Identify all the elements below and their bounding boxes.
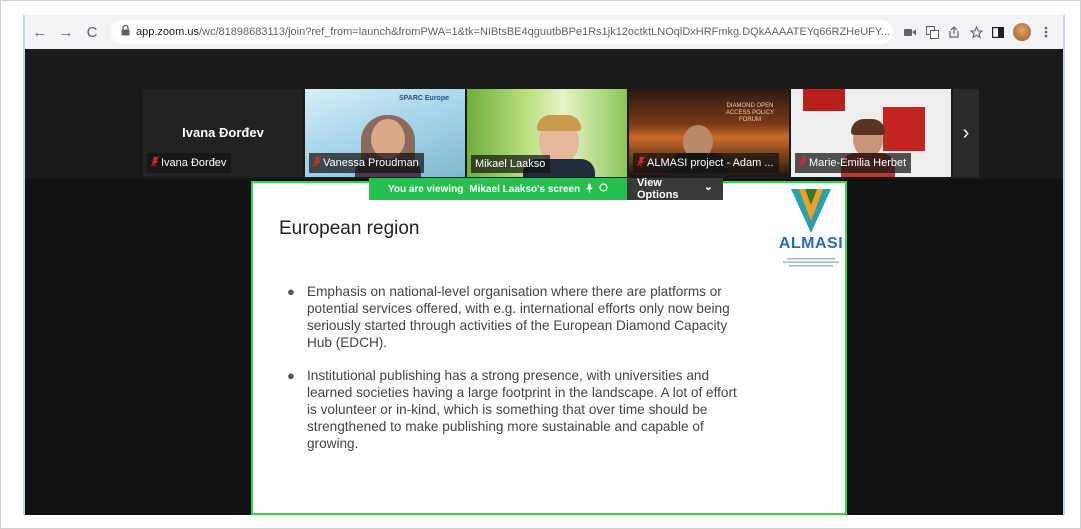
list-item: ● Emphasis on national-level organisatio… — [287, 283, 747, 351]
wall-panel — [803, 89, 845, 111]
participant-strip: Ivana Đorđev Ivana Đorđev SPARC Europe V… — [25, 87, 1063, 179]
screenshot-frame: ← → C app.zoom.us /wc/81898683113/join?r… — [0, 0, 1081, 529]
browser-actions — [899, 21, 1057, 43]
url-domain: app.zoom.us — [136, 26, 199, 38]
translate-icon[interactable] — [921, 21, 943, 43]
chevron-down-icon: ⌄ — [703, 181, 713, 193]
view-options-button[interactable]: View Options ⌄ — [627, 177, 723, 201]
back-button[interactable]: ← — [29, 21, 51, 43]
participant-name: Ivana Đorđev — [161, 157, 227, 169]
shared-screen: European region ALMASI ● Emphasis on nat… — [251, 181, 847, 515]
zoom-top-bar — [25, 49, 1063, 87]
lock-icon — [121, 24, 130, 39]
browser-window: ← → C app.zoom.us /wc/81898683113/join?r… — [23, 15, 1065, 515]
mic-muted-icon — [637, 156, 645, 170]
forward-button[interactable]: → — [55, 21, 77, 43]
star-icon[interactable] — [965, 21, 987, 43]
slide-title: European region — [279, 218, 420, 239]
participant-name: ALMASI project - Adam ... — [647, 157, 774, 169]
view-options-label: View Options — [637, 177, 679, 201]
person-hair — [851, 119, 885, 135]
sidebar-icon[interactable] — [987, 21, 1009, 43]
participant-name: Vanessa Proudman — [323, 157, 419, 169]
mic-muted-icon — [151, 156, 159, 170]
address-bar[interactable]: app.zoom.us /wc/81898683113/join?ref_fro… — [111, 20, 893, 44]
mic-muted-icon — [799, 156, 807, 170]
participant-tile[interactable]: SPARC Europe Vanessa Proudman — [305, 89, 465, 177]
url-path: /wc/81898683113/join?ref_from=launch&fro… — [198, 26, 890, 38]
participant-label: Vanessa Proudman — [309, 153, 424, 173]
browser-toolbar: ← → C app.zoom.us /wc/81898683113/join?r… — [25, 15, 1063, 49]
slide-bullets: ● Emphasis on national-level organisatio… — [287, 283, 747, 468]
screen-share-banner: You are viewing Mikael Laakso's screen V… — [369, 177, 723, 201]
bullet-text: Institutional publishing has a strong pr… — [307, 368, 737, 451]
viewing-text: You are viewing — [387, 183, 464, 195]
next-page-button[interactable]: › — [953, 89, 979, 177]
viewing-indicator: You are viewing Mikael Laakso's screen — [369, 178, 627, 200]
participant-tile[interactable]: Mikael Laakso — [467, 89, 627, 177]
almasi-logo: ALMASI — [775, 187, 847, 269]
reload-button[interactable]: C — [81, 21, 103, 43]
sparc-europe-badge: SPARC Europe — [398, 95, 449, 102]
menu-icon[interactable] — [1035, 21, 1057, 43]
participant-name: Mikael Laakso — [475, 158, 546, 170]
participant-tile[interactable]: Ivana Đorđev Ivana Đorđev — [143, 89, 303, 177]
mic-icon — [586, 183, 593, 196]
bullet-dot: ● — [287, 368, 295, 383]
list-item: ● Institutional publishing has a strong … — [287, 367, 747, 452]
status-circle-icon — [599, 183, 608, 195]
participant-name: Marie-Emilia Herbet — [809, 157, 907, 169]
participant-label: Mikael Laakso — [471, 155, 551, 173]
bullet-text: Emphasis on national-level organisation … — [307, 284, 730, 350]
chevron-right-icon: › — [962, 121, 970, 144]
share-icon[interactable] — [943, 21, 965, 43]
wall-panel — [883, 107, 925, 151]
person-hair — [537, 115, 581, 131]
participant-label: Marie-Emilia Herbet — [795, 153, 912, 173]
participant-tile[interactable]: DIAMOND OPEN ACCESS POLICY FORUM ALMASI … — [629, 89, 789, 177]
camera-icon[interactable] — [899, 21, 921, 43]
participant-label: ALMASI project - Adam ... — [633, 153, 779, 173]
participant-display-name: Ivana Đorđev — [182, 125, 264, 140]
participant-tile[interactable]: Marie-Emilia Herbet — [791, 89, 951, 177]
logo-fine-print — [783, 258, 839, 267]
viewing-name: Mikael Laakso's screen — [469, 183, 581, 195]
bullet-dot: ● — [287, 284, 295, 299]
participant-label: Ivana Đorđev — [147, 153, 232, 173]
diamond-logo-icon — [791, 189, 831, 233]
mic-muted-icon — [313, 156, 321, 170]
screen-text: DIAMOND OPEN ACCESS POLICY FORUM — [725, 103, 775, 123]
logo-text: ALMASI — [778, 235, 844, 252]
profile-avatar[interactable] — [1013, 23, 1031, 41]
